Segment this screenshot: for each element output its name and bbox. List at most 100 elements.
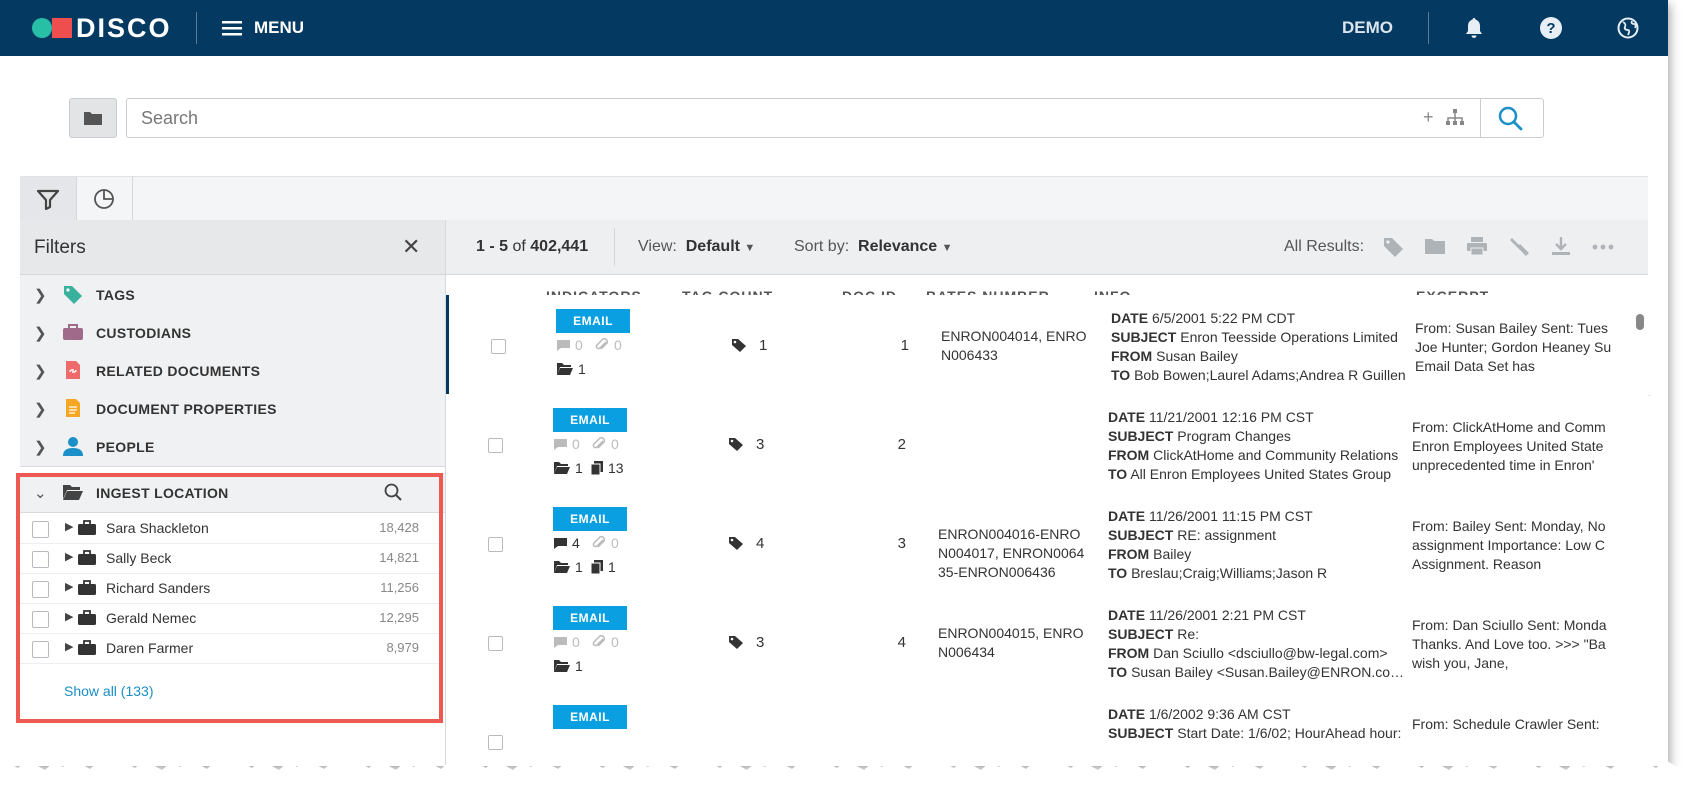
filter-section-related-documents[interactable]: ❯ RELATED DOCUMENTS [20, 351, 445, 391]
scrollbar-thumb[interactable] [1636, 314, 1644, 330]
info-subject: SUBJECT Enron Teesside Operations Limite… [1111, 328, 1411, 347]
tab-analytics[interactable] [76, 177, 133, 221]
document-info: DATE 6/5/2001 5:22 PM CDT SUBJECT Enron T… [1111, 309, 1411, 385]
open-folder-icon [557, 363, 573, 375]
info-value: ClickAtHome and Community Relations [1153, 447, 1399, 463]
info-label: TO [1108, 466, 1128, 482]
info-to: TO Susan Bailey <Susan.Bailey@ENRON.com> [1108, 663, 1408, 682]
tags-icon [729, 438, 743, 451]
document-info: DATE 11/21/2001 12:16 PM CST SUBJECT Prog… [1108, 408, 1408, 484]
bates-number: ENRON004014, ENRON006433 [941, 328, 1087, 363]
attachment-indicator: 0 [594, 337, 622, 353]
sort-dropdown[interactable]: Sort by: Relevance ▼ [794, 238, 953, 256]
chevron-right-icon: ❯ [34, 363, 47, 380]
row-checkbox[interactable] [491, 339, 506, 354]
chevron-right-icon: ❯ [34, 439, 47, 456]
close-filters-button[interactable]: ✕ [402, 234, 420, 260]
document-indicator: 13 [591, 460, 624, 476]
search-input[interactable] [139, 99, 1423, 137]
info-value: 11/26/2001 11:15 PM CST [1148, 508, 1313, 524]
row-checkbox[interactable] [488, 438, 503, 453]
open-folder-icon [554, 561, 570, 573]
print-icon[interactable] [1466, 236, 1488, 256]
row-checkbox[interactable] [488, 537, 503, 552]
info-label: TO [1108, 664, 1128, 680]
excerpt-line: Assignment. Reason [1412, 556, 1542, 572]
comment-icon [554, 438, 567, 450]
attachment-indicator: 0 [591, 436, 619, 452]
folder-count: 1 [575, 658, 583, 674]
folder-count: 1 [575, 460, 583, 476]
paperclip-icon [595, 338, 609, 350]
filter-section-label: RELATED DOCUMENTS [96, 363, 261, 379]
info-value: All Enron Employees United States Group [1130, 466, 1392, 482]
open-folder-icon [554, 660, 570, 672]
table-row[interactable]: EMAIL 4 0 1 1 4 3 ENRON004016-ENRON004017, ENRO… [446, 493, 1648, 594]
download-icon[interactable] [1550, 236, 1572, 256]
filter-section-tags[interactable]: ❯ TAGS [20, 275, 445, 315]
tag-count-value: 3 [756, 634, 765, 651]
attachment-count: 0 [611, 634, 619, 650]
folder-icon[interactable] [1424, 236, 1446, 256]
hammer-icon[interactable] [1508, 236, 1530, 256]
filter-section-label: PEOPLE [96, 439, 155, 455]
notifications-button[interactable] [1460, 14, 1488, 42]
info-value: 11/21/2001 12:16 PM CST [1148, 409, 1314, 425]
info-value: Program Changes [1177, 428, 1291, 444]
excerpt-line: From: ClickAtHome and Comm [1412, 419, 1606, 435]
result-of: of [512, 238, 526, 255]
table-row[interactable]: EMAIL 0 0 1 1 1 ENRON004014, ENRON006433 DATE 6… [446, 295, 1651, 396]
view-label: View: [638, 238, 677, 255]
tag-count: 3 [728, 634, 764, 651]
result-range: 1 - 5 [476, 238, 509, 255]
add-search-term-button[interactable]: + [1423, 107, 1434, 128]
attachment-indicator: 0 [591, 634, 619, 650]
table-row[interactable]: EMAIL 0 0 1 13 3 2 DATE 11/21/2001 12:16 PM CST… [446, 394, 1648, 495]
doc-id: 1 [900, 337, 909, 354]
disco-logo[interactable]: DISCO [32, 13, 172, 43]
info-from: FROM ClickAtHome and Community Relations [1108, 446, 1408, 465]
documents-icon [591, 461, 603, 475]
sort-label: Sort by: [794, 238, 850, 255]
info-value: Bailey [1153, 546, 1192, 562]
comment-indicator: 0 [553, 634, 580, 650]
tags-icon [732, 339, 746, 352]
results-toolbar: 1 - 5 of 402,441 View: Default ▼ Sort by… [446, 220, 1648, 275]
excerpt-line: assignment Importance: Low C [1412, 537, 1605, 553]
filter-section-custodians[interactable]: ❯ CUSTODIANS [20, 313, 445, 353]
result-count: 1 - 5 of 402,441 [476, 238, 588, 256]
account-name[interactable]: DEMO [1342, 18, 1393, 38]
document-count: 1 [608, 559, 616, 575]
tree-icon[interactable] [1445, 108, 1465, 126]
menu-button[interactable]: MENU [222, 14, 304, 42]
bell-icon [1466, 18, 1482, 38]
doc-id: 4 [897, 634, 906, 651]
info-label: SUBJECT [1111, 329, 1177, 345]
comment-indicator: 0 [556, 337, 583, 353]
tag-icon[interactable] [1382, 236, 1406, 258]
comment-indicator: 0 [553, 436, 580, 452]
info-value: Breslau;Craig;Williams;Jason R [1131, 565, 1328, 581]
table-row[interactable]: EMAIL 0 0 1 3 4 ENRON004015, ENRON006434 DATE 1… [446, 592, 1648, 693]
info-label: DATE [1108, 508, 1146, 524]
tab-filters[interactable] [20, 177, 77, 221]
info-label: DATE [1111, 310, 1149, 326]
help-button[interactable]: ? [1537, 14, 1565, 42]
header-divider [196, 12, 197, 44]
user-menu-button[interactable] [1614, 14, 1642, 42]
person-icon [63, 437, 83, 456]
folder-indicator: 1 [553, 559, 583, 575]
filter-section-document-properties[interactable]: ❯ DOCUMENT PROPERTIES [20, 389, 445, 429]
attachment-count: 0 [611, 436, 619, 452]
folder-count: 1 [575, 559, 583, 575]
funnel-icon [37, 189, 59, 210]
row-checkbox[interactable] [488, 636, 503, 651]
search-icon[interactable] [1497, 105, 1523, 131]
paperclip-icon [592, 635, 606, 647]
more-icon[interactable] [1592, 244, 1614, 250]
logo-red-square [52, 18, 72, 38]
excerpt-line: Email Data Set has [1415, 358, 1535, 374]
view-dropdown[interactable]: View: Default ▼ [638, 238, 755, 256]
browse-folders-button[interactable] [69, 98, 117, 138]
filter-section-people[interactable]: ❯ PEOPLE [20, 427, 445, 467]
